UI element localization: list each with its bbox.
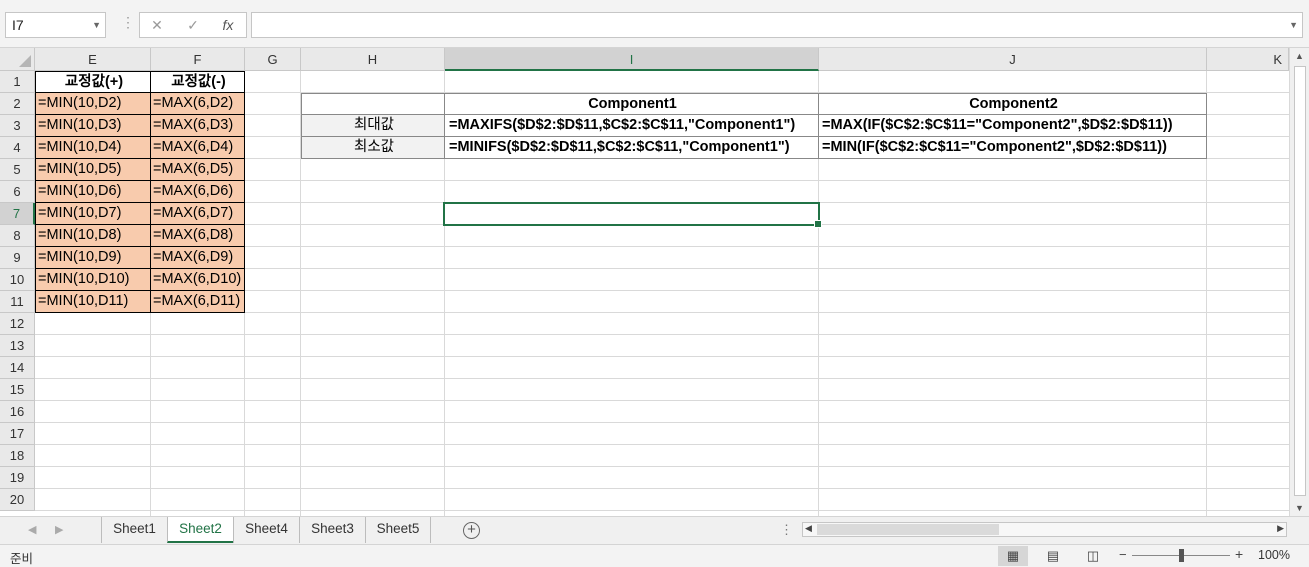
cell-f7[interactable]: =MAX(6,D7) xyxy=(151,203,245,225)
cell-f6[interactable]: =MAX(6,D6) xyxy=(151,181,245,203)
status-bar: 준비 ▦ ▤ ◫ − + 100% xyxy=(0,544,1309,567)
horizontal-scrollbar[interactable]: ◀ ▶ xyxy=(802,522,1287,537)
add-sheet-icon[interactable]: + xyxy=(463,522,480,539)
cell-f1[interactable]: 교정값(-) xyxy=(151,71,245,93)
column-header-e[interactable]: E xyxy=(35,48,151,71)
column-header-f[interactable]: F xyxy=(151,48,245,71)
name-box-value: I7 xyxy=(12,17,24,33)
cell-h2[interactable] xyxy=(301,93,445,115)
cell-e4[interactable]: =MIN(10,D4) xyxy=(35,137,151,159)
row-header[interactable]: 19 xyxy=(0,467,35,489)
cell-f9[interactable]: =MAX(6,D9) xyxy=(151,247,245,269)
scroll-right-icon[interactable]: ▶ xyxy=(1277,523,1284,534)
row-header[interactable]: 20 xyxy=(0,489,35,511)
formula-input[interactable]: ▼ xyxy=(251,12,1303,38)
row-header[interactable]: 1 xyxy=(0,71,35,93)
split-handle-icon[interactable]: ⋮ xyxy=(780,522,793,538)
cell-j3[interactable]: =MAX(IF($C$2:$C$11="Component2",$D$2:$D$… xyxy=(819,115,1207,137)
column-header-h[interactable]: H xyxy=(301,48,445,71)
insert-function-icon[interactable]: fx xyxy=(213,12,243,38)
column-header-k[interactable]: K xyxy=(1207,48,1289,71)
column-header-i[interactable]: I xyxy=(445,48,819,71)
expand-formula-icon[interactable]: ▼ xyxy=(1289,20,1298,30)
scroll-thumb[interactable] xyxy=(1294,66,1306,496)
row-header[interactable]: 7 xyxy=(0,203,35,225)
worksheet-grid[interactable]: E F G H I J K 1 2 3 4 5 6 7 8 9 10 11 12… xyxy=(0,48,1309,516)
cell-e6[interactable]: =MIN(10,D6) xyxy=(35,181,151,203)
cell-j2[interactable]: Component2 xyxy=(819,93,1207,115)
tab-sheet5[interactable]: Sheet5 xyxy=(365,517,431,543)
formula-bar: I7 ▼ ⋮ ✕ ✓ fx ▼ xyxy=(0,0,1309,48)
tab-sheet2[interactable]: Sheet2 xyxy=(167,517,233,543)
tab-scroll-right-icon[interactable]: ▶ xyxy=(55,523,63,536)
row-header[interactable]: 16 xyxy=(0,401,35,423)
row-header[interactable]: 15 xyxy=(0,379,35,401)
row-header[interactable]: 17 xyxy=(0,423,35,445)
tab-sheet3[interactable]: Sheet3 xyxy=(299,517,365,543)
row-header[interactable]: 11 xyxy=(0,291,35,313)
cell-e7[interactable]: =MIN(10,D7) xyxy=(35,203,151,225)
row-header[interactable]: 10 xyxy=(0,269,35,291)
row-header[interactable]: 12 xyxy=(0,313,35,335)
cell-i4[interactable]: =MINIFS($D$2:$D$11,$C$2:$C$11,"Component… xyxy=(445,137,819,159)
row-header[interactable]: 5 xyxy=(0,159,35,181)
select-all-button[interactable] xyxy=(0,48,35,71)
cell-i2[interactable]: Component1 xyxy=(445,93,819,115)
tab-sheet1[interactable]: Sheet1 xyxy=(101,517,167,543)
cancel-icon[interactable]: ✕ xyxy=(142,12,172,38)
cell-f8[interactable]: =MAX(6,D8) xyxy=(151,225,245,247)
cell-f4[interactable]: =MAX(6,D4) xyxy=(151,137,245,159)
row-header[interactable]: 4 xyxy=(0,137,35,159)
page-break-view-icon[interactable]: ◫ xyxy=(1078,546,1108,566)
scroll-down-icon[interactable]: ▼ xyxy=(1295,503,1304,513)
page-layout-view-icon[interactable]: ▤ xyxy=(1038,546,1068,566)
zoom-slider-handle[interactable] xyxy=(1179,549,1184,562)
cell-i3[interactable]: =MAXIFS($D$2:$D$11,$C$2:$C$11,"Component… xyxy=(445,115,819,137)
row-header[interactable]: 6 xyxy=(0,181,35,203)
cell-j4[interactable]: =MIN(IF($C$2:$C$11="Component2",$D$2:$D$… xyxy=(819,137,1207,159)
cell-f3[interactable]: =MAX(6,D3) xyxy=(151,115,245,137)
row-header[interactable]: 9 xyxy=(0,247,35,269)
row-header[interactable]: 18 xyxy=(0,445,35,467)
column-header-j[interactable]: J xyxy=(819,48,1207,71)
cell-h3[interactable]: 최대값 xyxy=(301,115,445,137)
row-header[interactable]: 8 xyxy=(0,225,35,247)
column-header-g[interactable]: G xyxy=(245,48,301,71)
cell-f5[interactable]: =MAX(6,D5) xyxy=(151,159,245,181)
cell-e9[interactable]: =MIN(10,D9) xyxy=(35,247,151,269)
scroll-left-icon[interactable]: ◀ xyxy=(805,523,812,534)
row-header[interactable]: 14 xyxy=(0,357,35,379)
cell-f10[interactable]: =MAX(6,D10) xyxy=(151,269,245,291)
zoom-out-icon[interactable]: − xyxy=(1119,547,1127,562)
tab-scroll-left-icon[interactable]: ◀ xyxy=(28,523,36,536)
cell-f2[interactable]: =MAX(6,D2) xyxy=(151,93,245,115)
cell-e1[interactable]: 교정값(+) xyxy=(35,71,151,93)
more-options-icon[interactable]: ⋮ xyxy=(121,14,135,31)
cell-h4[interactable]: 최소값 xyxy=(301,137,445,159)
normal-view-icon[interactable]: ▦ xyxy=(998,546,1028,566)
name-box[interactable]: I7 ▼ xyxy=(5,12,106,38)
vertical-scrollbar[interactable]: ▲ ▼ xyxy=(1289,48,1309,516)
cell-e11[interactable]: =MIN(10,D11) xyxy=(35,291,151,313)
cell-e2[interactable]: =MIN(10,D2) xyxy=(35,93,151,115)
cell-e3[interactable]: =MIN(10,D3) xyxy=(35,115,151,137)
row-header[interactable]: 13 xyxy=(0,335,35,357)
cell-e10[interactable]: =MIN(10,D10) xyxy=(35,269,151,291)
status-ready: 준비 xyxy=(10,552,34,566)
zoom-in-icon[interactable]: + xyxy=(1235,546,1243,562)
cell-e8[interactable]: =MIN(10,D8) xyxy=(35,225,151,247)
row-header[interactable]: 2 xyxy=(0,93,35,115)
cell-f11[interactable]: =MAX(6,D11) xyxy=(151,291,245,313)
row-header[interactable]: 3 xyxy=(0,115,35,137)
scroll-up-icon[interactable]: ▲ xyxy=(1295,51,1304,61)
zoom-level[interactable]: 100% xyxy=(1258,548,1290,562)
sheet-tab-bar: ◀ ▶ Sheet1 Sheet2 Sheet4 Sheet3 Sheet5 +… xyxy=(0,516,1309,544)
enter-icon[interactable]: ✓ xyxy=(178,12,208,38)
chevron-down-icon[interactable]: ▼ xyxy=(92,13,101,37)
cell-e5[interactable]: =MIN(10,D5) xyxy=(35,159,151,181)
tab-sheet4[interactable]: Sheet4 xyxy=(233,517,299,543)
h-scroll-thumb[interactable] xyxy=(817,524,999,535)
